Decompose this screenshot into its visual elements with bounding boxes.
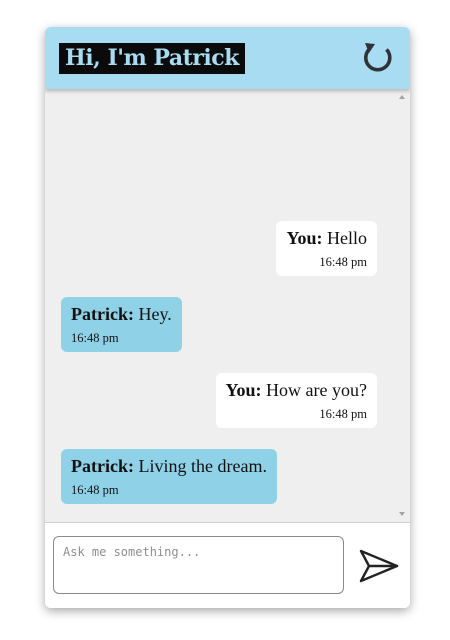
scroll-down-arrow-icon[interactable] bbox=[399, 512, 405, 516]
message-body: Hello bbox=[322, 228, 367, 248]
message-time: 16:48 pm bbox=[71, 331, 119, 345]
scroll-up-arrow-icon[interactable] bbox=[399, 95, 405, 99]
input-area bbox=[45, 522, 410, 608]
message-sender: Patrick: bbox=[71, 304, 134, 324]
message-sender: Patrick: bbox=[71, 456, 134, 476]
scrollbar[interactable] bbox=[394, 89, 410, 522]
chat-window: Hi, I'm Patrick You: Hello 16:48 pm Patr… bbox=[45, 27, 410, 608]
message-body: Living the dream. bbox=[133, 456, 267, 476]
message-time: 16:48 pm bbox=[71, 483, 119, 497]
message-sender: You: bbox=[286, 228, 323, 248]
message-bubble-bot: Patrick: Hey. 16:48 pm bbox=[61, 297, 182, 352]
message-bubble-user: You: Hello 16:48 pm bbox=[276, 221, 377, 276]
message-body: Hey. bbox=[133, 304, 172, 324]
message-bubble-user: You: How are you? 16:48 pm bbox=[215, 373, 377, 428]
message-bubble-bot: Patrick: Living the dream. 16:48 pm bbox=[61, 449, 277, 504]
chat-header: Hi, I'm Patrick bbox=[45, 27, 410, 89]
message-input[interactable] bbox=[53, 536, 344, 594]
message-list[interactable]: You: Hello 16:48 pm Patrick: Hey. 16:48 … bbox=[45, 89, 410, 522]
message-body: How are you? bbox=[261, 380, 367, 400]
chat-title: Hi, I'm Patrick bbox=[59, 43, 245, 74]
message-text: Patrick: Living the dream. bbox=[71, 457, 267, 475]
send-icon[interactable] bbox=[358, 547, 400, 585]
refresh-icon[interactable] bbox=[360, 40, 396, 76]
message-sender: You: bbox=[225, 380, 262, 400]
message-text: You: Hello bbox=[286, 229, 367, 247]
message-time: 16:48 pm bbox=[319, 255, 367, 269]
message-text: You: How are you? bbox=[226, 381, 367, 399]
message-text: Patrick: Hey. bbox=[71, 305, 172, 323]
message-time: 16:48 pm bbox=[319, 407, 367, 421]
